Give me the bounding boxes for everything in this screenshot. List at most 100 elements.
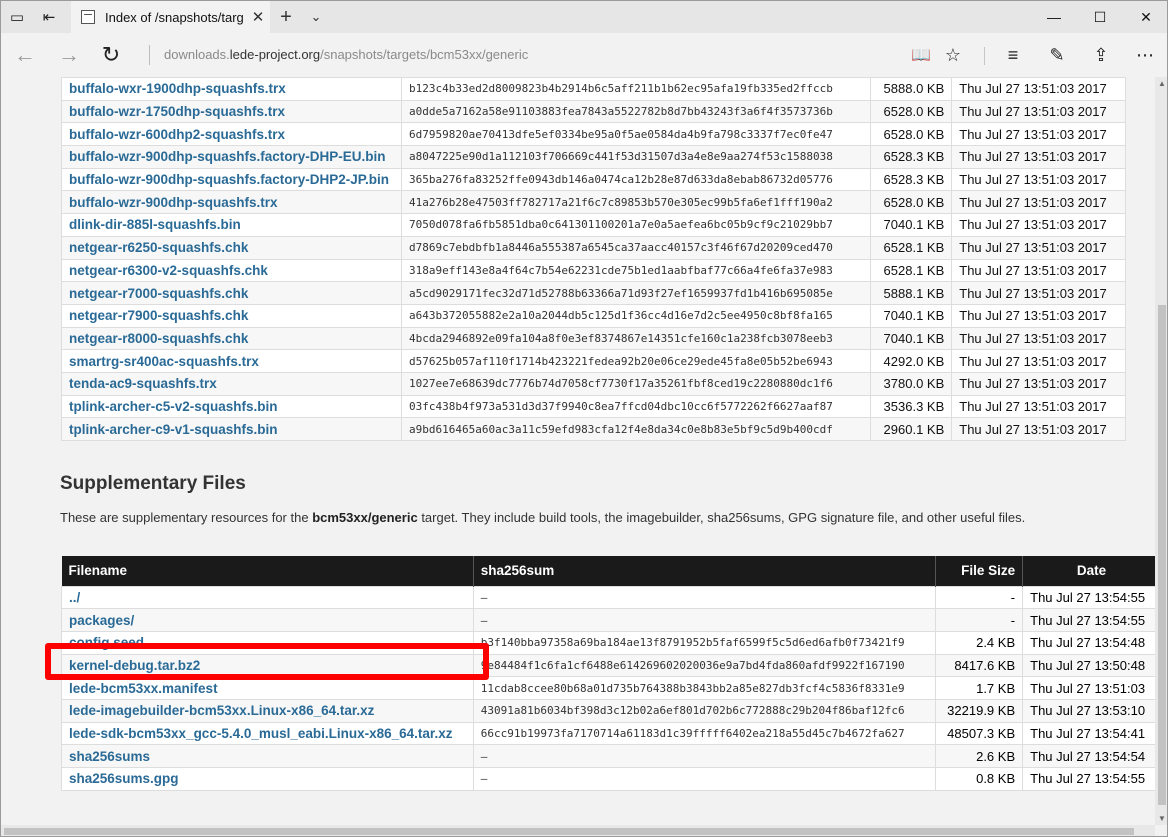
file-link[interactable]: packages/ bbox=[69, 613, 134, 628]
file-link[interactable]: buffalo-wzr-1750dhp-squashfs.trx bbox=[69, 104, 285, 119]
filename-cell: netgear-r6250-squashfs.chk bbox=[61, 235, 402, 260]
file-link[interactable]: smartrg-sr400ac-squashfs.trx bbox=[69, 354, 259, 369]
tab-active[interactable]: Index of /snapshots/targ ✕ bbox=[71, 1, 270, 33]
navigation-bar: ← → ↻ downloads.lede-project.org/snapsho… bbox=[1, 33, 1167, 77]
desc-before: These are supplementary resources for th… bbox=[60, 510, 313, 525]
scroll-up-icon[interactable]: ▲ bbox=[1158, 79, 1166, 88]
close-window-icon[interactable]: ✕ bbox=[1123, 1, 1167, 33]
table-row: netgear-r7900-squashfs.chk a643b372055882… bbox=[61, 303, 1126, 328]
sha256-cell: 66cc91b19973fa7170714a61183d1c39fffff640… bbox=[472, 721, 937, 746]
vertical-scrollbar[interactable]: ▲ ▼ bbox=[1155, 77, 1167, 825]
date-cell: Thu Jul 27 13:51:03 2017 bbox=[951, 190, 1126, 215]
file-link[interactable]: lede-imagebuilder-bcm53xx.Linux-x86_64.t… bbox=[69, 703, 374, 718]
file-link[interactable]: netgear-r8000-squashfs.chk bbox=[69, 331, 248, 346]
size-cell: 5888.1 KB bbox=[870, 281, 953, 305]
toolbar-separator bbox=[984, 47, 985, 65]
sha256-cell: 43091a81b6034bf398d3c12b02a6ef801d702b6c… bbox=[472, 698, 937, 723]
date-cell: Thu Jul 27 13:51:03 2017 bbox=[951, 394, 1126, 419]
back-icon[interactable]: ← bbox=[9, 39, 41, 71]
size-cell: 5888.0 KB bbox=[870, 77, 953, 101]
date-cell: Thu Jul 27 13:51:03 2017 bbox=[951, 371, 1126, 396]
file-link[interactable]: buffalo-wzr-900dhp-squashfs.factory-DHP2… bbox=[69, 172, 389, 187]
date-cell: Thu Jul 27 13:54:54 bbox=[1022, 744, 1155, 768]
supp-header-row: Filename sha256sum File Size Date bbox=[61, 556, 1155, 586]
file-link[interactable]: sha256sums.gpg bbox=[69, 771, 179, 786]
size-cell: 6528.1 KB bbox=[870, 258, 953, 283]
sha256-cell: a5cd9029171fec32d71d52788b63366a71d93f27… bbox=[400, 281, 872, 305]
hub-icon[interactable]: ≡ bbox=[996, 39, 1030, 71]
table-row: buffalo-wzr-1750dhp-squashfs.trx a0dde5a7… bbox=[61, 99, 1126, 124]
file-link[interactable]: netgear-r7900-squashfs.chk bbox=[69, 308, 248, 323]
supplementary-heading: Supplementary Files bbox=[60, 473, 246, 494]
file-link[interactable]: tenda-ac9-squashfs.trx bbox=[69, 376, 217, 391]
new-tab-icon[interactable]: + bbox=[273, 1, 299, 33]
vertical-scroll-thumb[interactable] bbox=[1158, 305, 1166, 805]
maximize-icon[interactable]: ☐ bbox=[1077, 1, 1123, 33]
file-link[interactable]: tplink-archer-c5-v2-squashfs.bin bbox=[69, 399, 278, 414]
filename-cell: smartrg-sr400ac-squashfs.trx bbox=[61, 349, 402, 373]
horizontal-scrollbar[interactable] bbox=[1, 825, 1155, 836]
table-row: lede-imagebuilder-bcm53xx.Linux-x86_64.t… bbox=[61, 698, 1155, 723]
size-cell: - bbox=[935, 585, 1024, 610]
filename-cell: lede-sdk-bcm53xx_gcc-5.4.0_musl_eabi.Lin… bbox=[61, 721, 474, 746]
file-link[interactable]: buffalo-wxr-1900dhp-squashfs.trx bbox=[69, 81, 286, 96]
date-cell: Thu Jul 27 13:51:03 2017 bbox=[951, 167, 1126, 192]
file-link[interactable]: netgear-r7000-squashfs.chk bbox=[69, 286, 248, 301]
sha256-cell: 41a276b28e47503ff782717a21f6c7c89853b570… bbox=[400, 190, 872, 215]
file-link[interactable]: ../ bbox=[69, 590, 80, 605]
sha256-cell: – bbox=[472, 744, 937, 768]
set-tabs-aside-icon[interactable]: ⇤ bbox=[33, 1, 65, 33]
url-path: /snapshots/targets/bcm53xx/generic bbox=[320, 47, 529, 62]
file-link[interactable]: sha256sums bbox=[69, 749, 150, 764]
header-filename[interactable]: Filename bbox=[61, 556, 474, 586]
refresh-icon[interactable]: ↻ bbox=[95, 39, 127, 71]
web-notes-icon[interactable]: ✎ bbox=[1040, 39, 1074, 71]
supplementary-description: These are supplementary resources for th… bbox=[60, 510, 1080, 526]
size-cell: 7040.1 KB bbox=[870, 326, 953, 351]
sha256-cell: 6d7959820ae70413dfe5ef0334be95a0f5ae0584… bbox=[400, 122, 872, 147]
sha256-cell: 9e84484f1c6fa1cf6488e614269602020036e9a7… bbox=[472, 653, 937, 678]
header-sha256sum[interactable]: sha256sum bbox=[473, 556, 937, 586]
more-icon[interactable]: ⋯ bbox=[1128, 39, 1162, 71]
file-link[interactable]: tplink-archer-c9-v1-squashfs.bin bbox=[69, 422, 278, 437]
file-link[interactable]: buffalo-wzr-900dhp-squashfs.factory-DHP-… bbox=[69, 149, 386, 164]
file-link[interactable]: buffalo-wzr-600dhp2-squashfs.trx bbox=[69, 127, 285, 142]
date-cell: Thu Jul 27 13:51:03 2017 bbox=[951, 303, 1126, 328]
sha256-cell: a9bd616465a60ac3a11c59efd983cfa12f4e8da3… bbox=[400, 417, 872, 441]
table-row: netgear-r6300-v2-squashfs.chk 318a9eff143… bbox=[61, 258, 1126, 283]
reading-view-icon[interactable]: 📖 bbox=[904, 39, 938, 71]
file-link[interactable]: lede-bcm53xx.manifest bbox=[69, 681, 218, 696]
filename-cell: lede-bcm53xx.manifest bbox=[61, 676, 474, 700]
tab-close-icon[interactable]: ✕ bbox=[246, 8, 270, 26]
file-link[interactable]: lede-sdk-bcm53xx_gcc-5.4.0_musl_eabi.Lin… bbox=[69, 726, 452, 741]
tab-list-chevron-icon[interactable]: ⌄ bbox=[303, 1, 329, 33]
size-cell: 48507.3 KB bbox=[935, 721, 1024, 746]
size-cell: 6528.0 KB bbox=[870, 190, 953, 215]
address-bar[interactable]: downloads.lede-project.org/snapshots/tar… bbox=[149, 45, 528, 65]
header-file-size[interactable]: File Size bbox=[935, 556, 1024, 586]
tabs-aside-icon[interactable]: ▭ bbox=[1, 1, 33, 33]
file-link[interactable]: netgear-r6250-squashfs.chk bbox=[69, 240, 248, 255]
size-cell: 3780.0 KB bbox=[870, 371, 953, 396]
horizontal-scroll-thumb[interactable] bbox=[4, 828, 1134, 835]
minimize-icon[interactable]: — bbox=[1031, 1, 1077, 33]
tab-bar: ▭ ⇤ Index of /snapshots/targ ✕ + ⌄ — ☐ ✕ bbox=[1, 1, 1167, 33]
size-cell: 2.4 KB bbox=[935, 630, 1024, 655]
page-favicon-icon bbox=[81, 10, 95, 24]
scroll-down-icon[interactable]: ▼ bbox=[1158, 814, 1166, 823]
table-row: buffalo-wxr-1900dhp-squashfs.trx b123c4b3… bbox=[61, 77, 1126, 101]
table-row: buffalo-wzr-600dhp2-squashfs.trx 6d795982… bbox=[61, 122, 1126, 147]
date-cell: Thu Jul 27 13:51:03 2017 bbox=[951, 145, 1126, 169]
filename-cell: tenda-ac9-squashfs.trx bbox=[61, 371, 402, 396]
file-link[interactable]: netgear-r6300-v2-squashfs.chk bbox=[69, 263, 268, 278]
table-row: buffalo-wzr-900dhp-squashfs.trx 41a276b28… bbox=[61, 190, 1126, 215]
share-icon[interactable]: ⇪ bbox=[1084, 39, 1118, 71]
header-date[interactable]: Date bbox=[1022, 556, 1155, 586]
size-cell: 1.7 KB bbox=[935, 676, 1024, 700]
file-link[interactable]: dlink-dir-885l-squashfs.bin bbox=[69, 217, 241, 232]
page-viewport: buffalo-wxr-1900dhp-squashfs.trx b123c4b3… bbox=[1, 77, 1155, 825]
favorite-star-icon[interactable]: ☆ bbox=[936, 39, 970, 71]
forward-icon[interactable]: → bbox=[53, 39, 85, 71]
file-link[interactable]: buffalo-wzr-900dhp-squashfs.trx bbox=[69, 195, 278, 210]
sha256-cell: b3f140bba97358a69ba184ae13f8791952b5faf6… bbox=[472, 630, 937, 655]
